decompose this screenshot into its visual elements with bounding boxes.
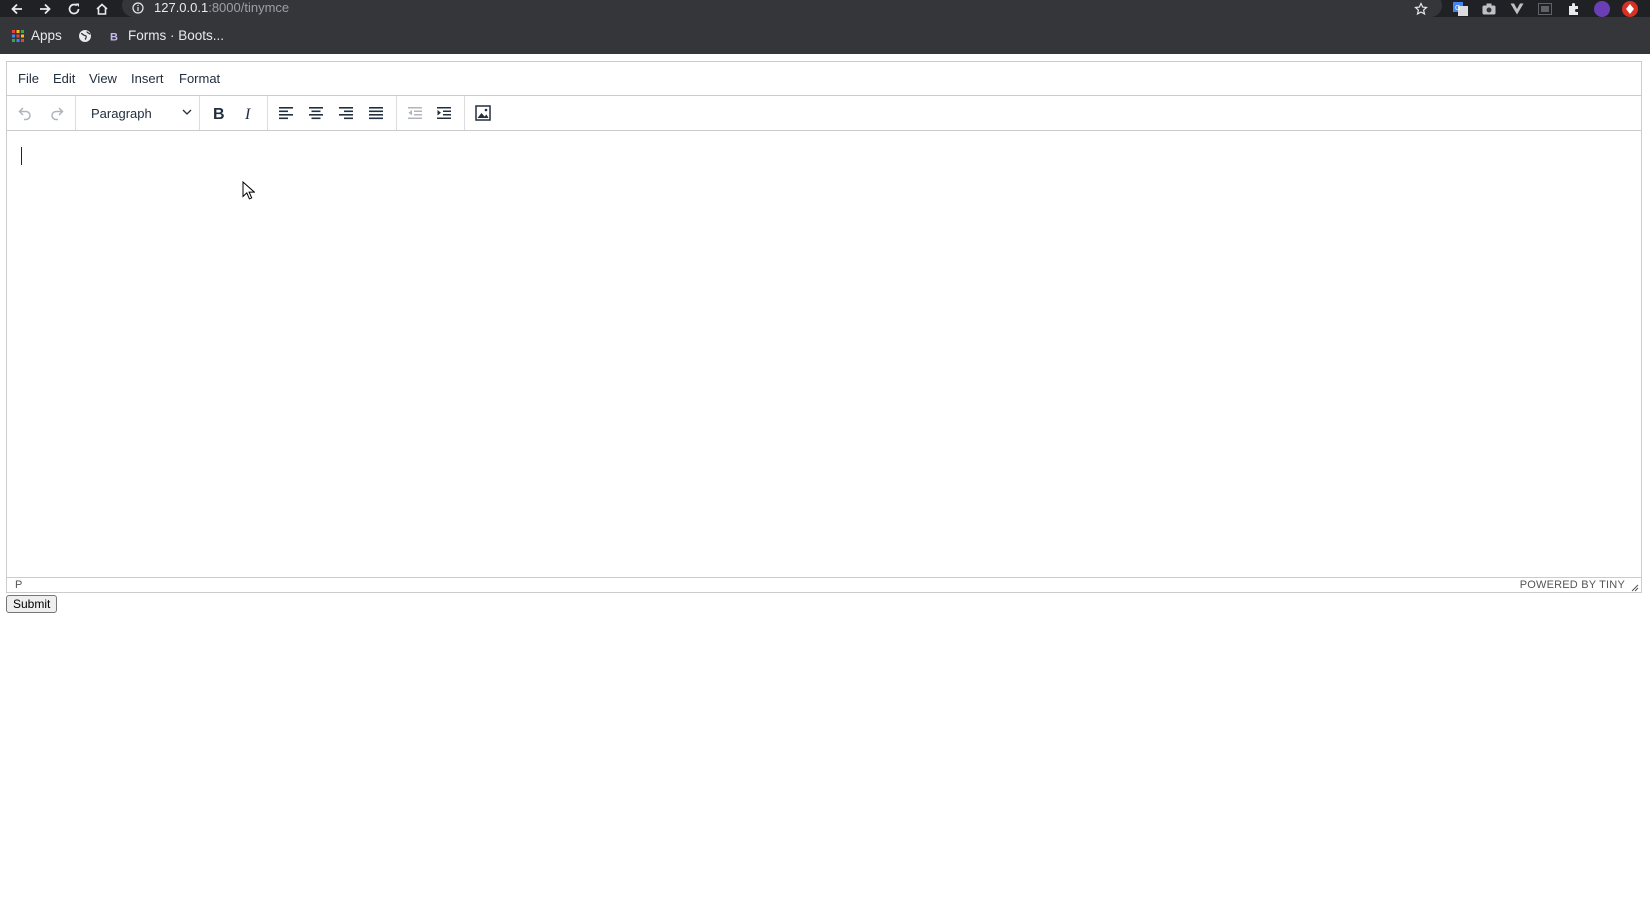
profile-avatar-button[interactable] (1592, 0, 1612, 17)
editor-statusbar: P POWERED BY TINY (7, 577, 1641, 593)
reload-button[interactable] (63, 0, 85, 17)
toolbar-separator (75, 96, 76, 130)
insert-image-button[interactable] (469, 100, 497, 126)
back-button[interactable] (6, 0, 28, 17)
undo-icon (18, 107, 31, 121)
submit-button[interactable]: Submit (6, 595, 58, 613)
svg-text:B: B (110, 31, 118, 43)
screenshot-extension-button[interactable] (1479, 0, 1499, 17)
text-caret (21, 147, 22, 165)
bookmarks-bar: Apps B Forms · Boots... (0, 17, 1650, 54)
bookmark-apps-label: Apps (31, 28, 62, 43)
svg-text:G: G (1455, 5, 1460, 12)
svg-text:B: B (213, 106, 225, 121)
alert-icon (1622, 0, 1638, 17)
menu-edit[interactable]: Edit (53, 62, 75, 96)
align-right-button[interactable] (332, 100, 360, 126)
powered-by-tiny-link[interactable]: POWERED BY TINY (1520, 579, 1625, 591)
toolbar-separator (396, 96, 397, 130)
puzzle-icon (1569, 2, 1578, 15)
home-button[interactable] (91, 0, 113, 17)
bold-icon: B (213, 106, 225, 121)
menu-file[interactable]: File (18, 62, 39, 96)
bookmark-forms-label: Forms · Boots... (128, 28, 225, 43)
align-right-icon (339, 107, 353, 120)
reload-icon (68, 3, 80, 14)
camera-icon (1482, 3, 1496, 14)
globe-icon (79, 29, 91, 42)
svg-text:I: I (244, 106, 251, 121)
align-justify-button[interactable] (362, 100, 390, 126)
block-format-select[interactable]: Paragraph (81, 100, 199, 126)
arrow-left-icon (11, 3, 22, 14)
image-icon (475, 105, 491, 121)
address-bar[interactable]: 127.0.0.1:8000/tinymce (122, 0, 1442, 17)
vue-devtools-extension-button[interactable] (1507, 0, 1527, 17)
mouse-pointer-icon (242, 181, 255, 200)
bootstrap-icon: B (107, 28, 121, 43)
browser-toolbar: 127.0.0.1:8000/tinymce G (0, 0, 1650, 17)
bold-button[interactable]: B (204, 100, 232, 126)
indent-button[interactable] (430, 100, 458, 126)
apps-grid-icon (12, 29, 24, 42)
home-icon (96, 2, 108, 15)
menu-insert[interactable]: Insert (131, 62, 164, 96)
update-extension-button[interactable] (1620, 0, 1640, 17)
extension-button[interactable] (1535, 0, 1555, 17)
italic-button[interactable]: I (234, 100, 262, 126)
editor-menubar: File Edit View Insert Format (7, 62, 1641, 96)
redo-button[interactable] (43, 100, 71, 126)
avatar (1594, 0, 1610, 17)
vee-icon (1510, 3, 1524, 14)
url-path: :8000/tinymce (208, 0, 290, 15)
extensions-menu-button[interactable] (1564, 0, 1584, 17)
align-center-icon (309, 107, 323, 120)
chevron-down-icon (182, 109, 192, 115)
bookmark-forms-bootstrap[interactable]: B Forms · Boots... (107, 17, 224, 54)
menu-format[interactable]: Format (179, 62, 220, 96)
align-left-icon (279, 107, 293, 120)
align-justify-icon (369, 107, 383, 120)
url-text: 127.0.0.1:8000/tinymce (154, 0, 289, 15)
editor-toolbar: Paragraph B I (7, 96, 1641, 131)
rich-text-editor: File Edit View Insert Format Paragraph B… (6, 61, 1642, 593)
translate-extension-button[interactable]: G (1450, 0, 1470, 17)
toolbar-separator (267, 96, 268, 130)
toolbar-separator (199, 96, 200, 130)
menu-view[interactable]: View (89, 62, 117, 96)
italic-icon: I (244, 106, 251, 121)
bookmark-apps[interactable]: Apps (12, 17, 62, 54)
bookmark-globe[interactable] (78, 17, 92, 54)
star-icon (1414, 1, 1428, 15)
frame-icon (1538, 2, 1552, 15)
arrow-right-icon (40, 3, 51, 14)
element-path[interactable]: P (15, 579, 22, 591)
block-format-value: Paragraph (91, 105, 152, 121)
resize-handle-icon[interactable] (1631, 584, 1639, 592)
translate-icon: G (1452, 1, 1468, 16)
url-host: 127.0.0.1 (154, 0, 209, 15)
forward-button[interactable] (34, 0, 56, 17)
outdent-button[interactable] (401, 100, 429, 126)
align-left-button[interactable] (272, 100, 300, 126)
toolbar-separator (464, 96, 465, 130)
outdent-icon (408, 107, 422, 119)
align-center-button[interactable] (302, 100, 330, 126)
redo-icon (51, 107, 64, 121)
bookmark-star-button[interactable] (1414, 0, 1428, 17)
indent-icon (437, 107, 451, 119)
undo-button[interactable] (11, 100, 39, 126)
